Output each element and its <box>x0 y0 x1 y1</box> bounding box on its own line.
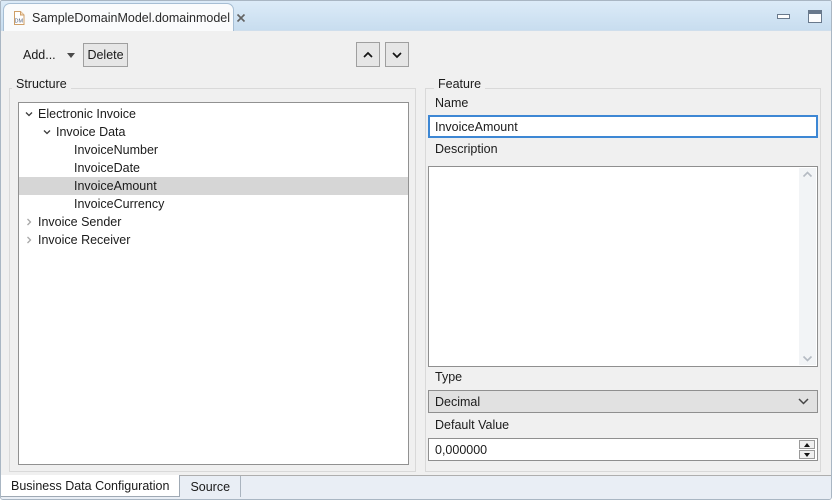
tree-item-label: InvoiceNumber <box>73 143 158 157</box>
svg-text:DM: DM <box>15 18 24 24</box>
type-combo[interactable]: Decimal <box>428 390 818 413</box>
structure-group-label: Structure <box>12 77 71 92</box>
move-down-button[interactable] <box>385 42 409 67</box>
feature-group-label: Feature <box>434 77 485 92</box>
minimize-icon[interactable] <box>777 13 791 20</box>
tree-item-label: Electronic Invoice <box>37 107 136 121</box>
description-scrollbar[interactable] <box>799 168 816 365</box>
domainmodel-file-icon: DM <box>12 10 26 26</box>
page-tab-bar: Business Data Configuration Source <box>1 475 831 499</box>
move-up-button[interactable] <box>356 42 380 67</box>
scrollbar-down-icon <box>802 355 813 362</box>
tree-item-label: Invoice Data <box>55 125 125 139</box>
dropdown-arrow-icon <box>67 53 75 58</box>
tree-item-invoicenumber[interactable]: InvoiceNumber <box>19 141 408 159</box>
tree-item-label: InvoiceCurrency <box>73 197 164 211</box>
tree-item-invoice-data[interactable]: Invoice Data <box>19 123 408 141</box>
tree-item-label: Invoice Sender <box>37 215 121 229</box>
chevron-right-icon[interactable] <box>21 217 37 227</box>
scrollbar-up-icon <box>802 171 813 178</box>
chevron-down-icon[interactable] <box>39 127 55 137</box>
tree-item-label: InvoiceDate <box>73 161 140 175</box>
add-dropdown-button[interactable]: Add... <box>17 43 81 67</box>
tree-indent <box>19 186 57 187</box>
add-button-label: Add... <box>23 48 56 62</box>
maximize-icon[interactable] <box>808 10 823 23</box>
tree-indent <box>19 204 57 205</box>
structure-tree[interactable]: Electronic Invoice Invoice Data InvoiceNum… <box>18 102 409 465</box>
description-field <box>428 166 818 367</box>
tree-indent <box>19 168 57 169</box>
tree-item-electronic-invoice[interactable]: Electronic Invoice <box>19 105 408 123</box>
close-icon[interactable] <box>236 13 246 23</box>
chevron-right-icon[interactable] <box>21 235 37 245</box>
tree-item-invoice-receiver[interactable]: Invoice Receiver <box>19 231 408 249</box>
name-input[interactable] <box>428 115 818 138</box>
tree-item-invoiceamount[interactable]: InvoiceAmount <box>19 177 408 195</box>
page-tab-business-data-configuration[interactable]: Business Data Configuration <box>1 475 180 497</box>
tree-item-invoicecurrency[interactable]: InvoiceCurrency <box>19 195 408 213</box>
default-value-input[interactable] <box>429 439 797 460</box>
editor-tab-bar: DM SampleDomainModel.domainmodel <box>1 1 831 31</box>
chevron-down-icon <box>797 395 810 409</box>
page-tab-source[interactable]: Source <box>180 476 241 497</box>
chevron-down-icon[interactable] <box>21 109 37 119</box>
view-controls <box>777 1 823 31</box>
description-label: Description <box>435 142 498 156</box>
spinner-up-icon <box>804 443 810 447</box>
editor-tab-title: SampleDomainModel.domainmodel <box>32 11 230 25</box>
delete-button[interactable]: Delete <box>83 43 128 67</box>
structure-group: Structure Electronic InvoiceInvoice Data… <box>9 88 416 472</box>
tree-indent <box>19 150 57 151</box>
tree-item-invoice-sender[interactable]: Invoice Sender <box>19 213 408 231</box>
name-label: Name <box>435 96 468 110</box>
chevron-up-icon <box>362 51 374 59</box>
feature-group: Feature Name Description Type Decimal De… <box>425 88 821 472</box>
tree-item-invoicedate[interactable]: InvoiceDate <box>19 159 408 177</box>
domain-model-editor: DM SampleDomainModel.domainmodel <box>0 0 832 500</box>
default-value-spinner <box>428 438 818 461</box>
tree-indent <box>19 132 39 133</box>
tree-item-label: Invoice Receiver <box>37 233 130 247</box>
spinner-down-icon <box>804 453 810 457</box>
tree-item-label: InvoiceAmount <box>73 179 157 193</box>
page-tab-label: Business Data Configuration <box>11 479 169 493</box>
description-textarea[interactable] <box>430 168 798 365</box>
spinner-buttons <box>799 440 815 459</box>
type-label: Type <box>435 370 462 384</box>
spinner-down-button[interactable] <box>799 450 815 459</box>
chevron-down-icon <box>391 51 403 59</box>
default-value-label: Default Value <box>435 418 509 432</box>
editor-tab[interactable]: DM SampleDomainModel.domainmodel <box>3 3 234 31</box>
page-tab-label: Source <box>190 480 230 494</box>
type-combo-value: Decimal <box>435 395 480 409</box>
spinner-up-button[interactable] <box>799 440 815 449</box>
